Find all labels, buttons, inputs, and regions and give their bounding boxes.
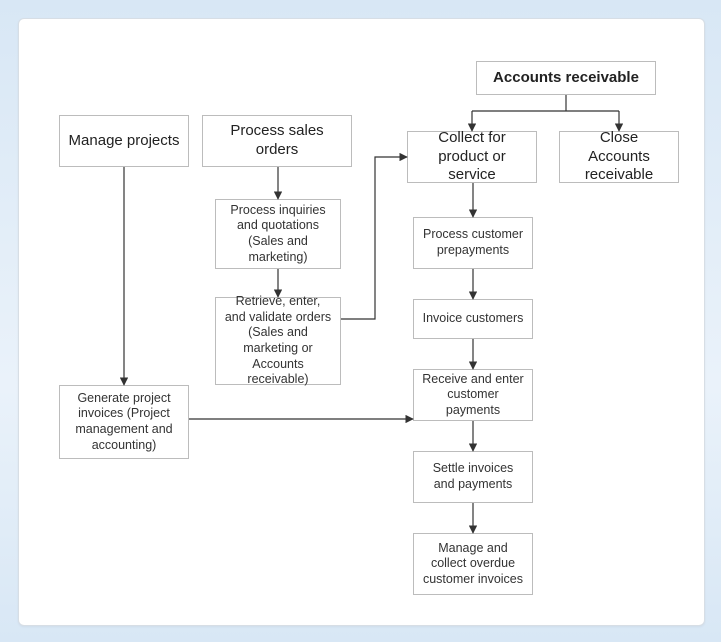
node-close-accounts: Close Accounts receivable	[559, 131, 679, 183]
node-process-inquiries: Process inquiries and quotations (Sales …	[215, 199, 341, 269]
node-collect-for-product: Collect for product or service	[407, 131, 537, 183]
node-settle-invoices: Settle invoices and payments	[413, 451, 533, 503]
node-receive-payments: Receive and enter customer payments	[413, 369, 533, 421]
node-manage-overdue: Manage and collect overdue customer invo…	[413, 533, 533, 595]
node-accounts-receivable: Accounts receivable	[476, 61, 656, 95]
connectors-svg	[19, 19, 704, 625]
diagram-panel: Accounts receivable Manage projects Proc…	[18, 18, 705, 626]
node-retrieve-orders: Retrieve, enter, and validate orders (Sa…	[215, 297, 341, 385]
node-generate-invoices: Generate project invoices (Project manag…	[59, 385, 189, 459]
node-process-prepayments: Process customer prepayments	[413, 217, 533, 269]
node-invoice-customers: Invoice customers	[413, 299, 533, 339]
node-process-sales-orders: Process sales orders	[202, 115, 352, 167]
node-manage-projects: Manage projects	[59, 115, 189, 167]
